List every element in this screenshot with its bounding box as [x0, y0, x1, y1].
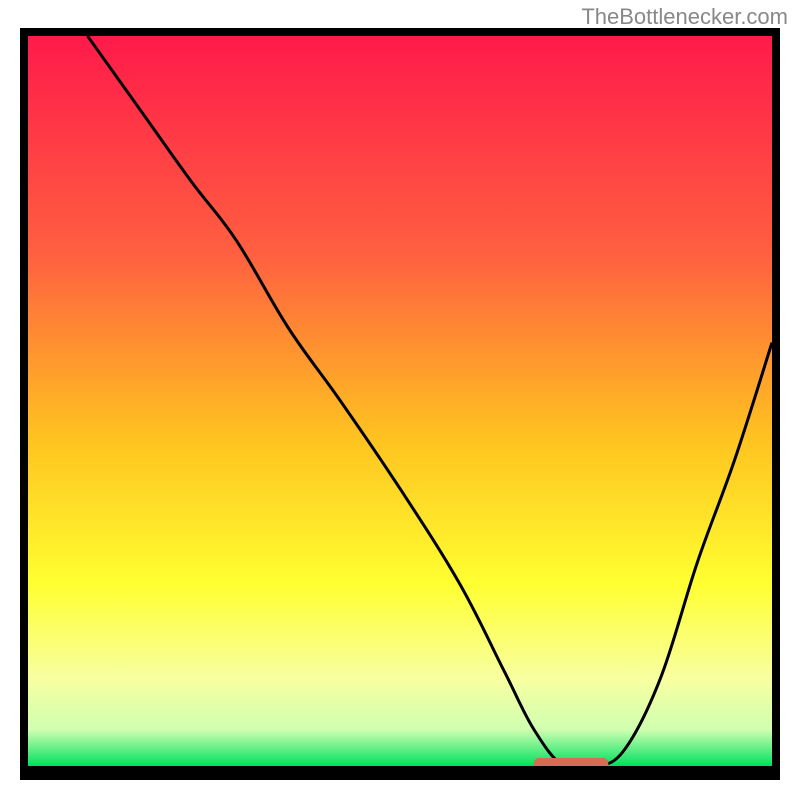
plot-frame [20, 28, 780, 780]
gradient-background [28, 36, 772, 766]
watermark-text: TheBottlenecker.com [581, 4, 788, 30]
chart-container: TheBottlenecker.com [0, 0, 800, 800]
optimal-range-marker [534, 758, 608, 766]
plot-svg [28, 36, 772, 766]
